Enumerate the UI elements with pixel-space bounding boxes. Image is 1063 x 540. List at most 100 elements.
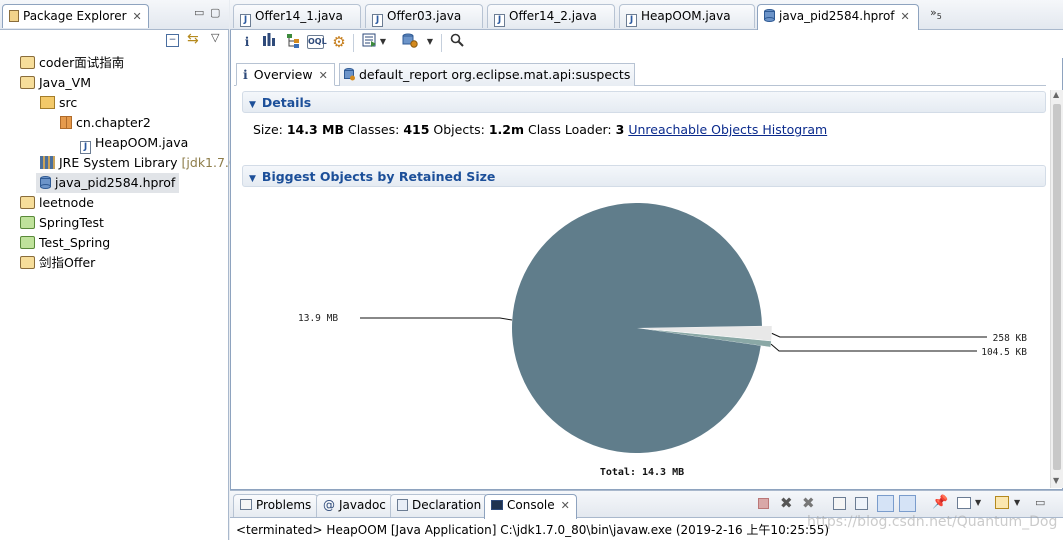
biggest-objects-section-header[interactable]: ▼ Biggest Objects by Retained Size [242, 165, 1046, 187]
show-on-output-icon[interactable] [899, 495, 916, 512]
db-gear-glyph [402, 33, 418, 48]
javadoc-icon: @ [323, 498, 335, 512]
source-folder-icon [40, 96, 55, 109]
package-explorer-tab[interactable]: Package Explorer ✕ [2, 4, 149, 28]
close-icon[interactable]: ✕ [561, 499, 570, 512]
tree-item-label: SpringTest [39, 215, 104, 230]
tree-item-coder[interactable]: coder面试指南 [20, 53, 124, 73]
tab-console[interactable]: Console ✕ [484, 494, 577, 519]
package-explorer-title: Package Explorer [23, 9, 127, 23]
classes-label: Classes: [348, 122, 400, 137]
view-menu-icon[interactable]: ▽ [211, 31, 219, 44]
close-icon[interactable]: ✕ [319, 69, 328, 82]
details-section-header[interactable]: ▼ Details [242, 91, 1046, 113]
tree-item-jianzhi-offer[interactable]: 剑指Offer [20, 253, 95, 273]
display-console-icon[interactable] [957, 497, 971, 509]
tree-item-label: Java_VM [39, 75, 91, 90]
tree-item-test-spring[interactable]: Test_Spring [20, 233, 110, 253]
size-value: 14.3 MB [286, 122, 345, 137]
dropdown-arrow-icon[interactable]: ▼ [374, 33, 392, 51]
java-file-icon: J [494, 14, 505, 27]
open-console-icon[interactable] [995, 496, 1009, 509]
remove-all-terminated-icon[interactable]: ✖ [802, 494, 815, 512]
thread-overview-icon[interactable]: ⚙ [330, 33, 348, 51]
dropdown-arrow-icon[interactable]: ▼ [975, 498, 981, 507]
tab-label: Declaration [412, 498, 482, 512]
unreachable-histogram-link[interactable]: Unreachable Objects Histogram [628, 122, 827, 137]
maximize-icon[interactable]: ▢ [210, 6, 220, 19]
dropdown-arrow-icon[interactable]: ▼ [421, 33, 439, 51]
project-icon [20, 256, 35, 269]
tree-item-hprof[interactable]: java_pid2584.hprof [36, 173, 180, 193]
tab-label: default_report org.eclipse.mat.api:suspe… [359, 67, 631, 82]
scroll-up-arrow[interactable]: ▲ [1053, 90, 1059, 99]
tree-item-src[interactable]: src [40, 93, 77, 113]
tab-overflow-button[interactable]: »5 [930, 6, 942, 21]
tree-item-heapoom[interactable]: J HeapOOM.java [80, 133, 189, 154]
slice-label-104kb: 104.5 KB [981, 347, 1027, 358]
tab-label: Offer03.java [387, 9, 462, 23]
tab-declaration[interactable]: Declaration [390, 494, 489, 517]
tree-item-label: cn.chapter2 [76, 115, 151, 130]
pin-console-icon[interactable]: 📌 [932, 495, 948, 510]
tree-item-springtest[interactable]: SpringTest [20, 213, 104, 233]
retained-size-pie-chart[interactable]: 13.9 MB 258 KB 104.5 KB Total: 14.3 MB [242, 190, 1046, 486]
terminate-icon[interactable] [758, 498, 769, 509]
report-icon [344, 68, 355, 81]
editor-tab-heapoom[interactable]: J HeapOOM.java [619, 4, 755, 28]
tab-label: java_pid2584.hprof [779, 9, 895, 23]
classes-value: 415 [403, 122, 430, 137]
remove-launch-icon[interactable]: ✖ [780, 494, 793, 512]
info-icon[interactable]: i [238, 33, 256, 51]
console-output[interactable]: <terminated> HeapOOM [Java Application] … [230, 514, 1063, 540]
tree-item-label: HeapOOM.java [95, 135, 189, 150]
collapse-all-icon[interactable]: − [166, 34, 179, 47]
dominator-tree-icon[interactable] [284, 33, 302, 51]
vertical-scrollbar[interactable]: ▲ ▼ [1050, 90, 1063, 488]
tree-item-java-vm[interactable]: Java_VM [20, 73, 91, 93]
tree-item-jre[interactable]: JRE System Library [jdk1.7.0_ [40, 153, 243, 173]
oql-icon[interactable]: OQL [307, 35, 327, 49]
editor-tab-bar: J Offer14_1.java J Offer03.java J Offer14_2… [230, 0, 1063, 30]
scroll-down-arrow[interactable]: ▼ [1053, 476, 1059, 485]
package-explorer-panel: Package Explorer ✕ ▭ ▢ − ⇆ ▽ coder面试指南 Ja… [0, 0, 243, 540]
leader-line-2 [770, 343, 977, 352]
library-icon [40, 156, 55, 169]
tab-overflow-count: 5 [936, 12, 942, 21]
query-browser-icon[interactable] [401, 33, 419, 51]
word-wrap-icon[interactable] [877, 495, 894, 512]
tab-default-report[interactable]: default_report org.eclipse.mat.api:suspe… [339, 63, 636, 86]
toolbar-separator [353, 34, 354, 52]
tree-item-label: JRE System Library [59, 155, 178, 170]
objects-value: 1.2m [488, 122, 524, 137]
search-icon[interactable] [448, 33, 466, 51]
editor-tab-hprof[interactable]: java_pid2584.hprof ✕ [757, 4, 919, 30]
clear-console-icon[interactable] [833, 497, 846, 510]
slice-label-258kb: 258 KB [993, 333, 1028, 344]
tree-item-leetnode[interactable]: leetnode [20, 193, 94, 213]
project-icon [20, 76, 35, 89]
tab-overview[interactable]: i Overview ✕ [236, 63, 335, 86]
tab-problems[interactable]: Problems [233, 494, 319, 517]
java-file-icon: J [372, 14, 383, 27]
scroll-lock-icon[interactable] [855, 497, 868, 510]
tree-item-package[interactable]: cn.chapter2 [60, 113, 151, 133]
leader-line-1 [771, 332, 987, 338]
minimize-icon[interactable]: ▭ [194, 6, 204, 19]
editor-tab-offer14-1[interactable]: J Offer14_1.java [233, 4, 361, 28]
editor-tab-offer03[interactable]: J Offer03.java [365, 4, 483, 28]
close-icon[interactable]: ✕ [133, 10, 142, 23]
dropdown-arrow-icon[interactable]: ▼ [1014, 498, 1020, 507]
class-loader-label: Class Loader: [527, 122, 612, 137]
link-with-editor-icon[interactable]: ⇆ [187, 31, 199, 47]
mat-toolbar [231, 30, 1063, 58]
scrollbar-thumb[interactable] [1053, 104, 1061, 470]
package-icon [60, 116, 72, 129]
minimize-icon[interactable]: ▭ [1035, 496, 1045, 509]
tab-javadoc[interactable]: @ Javadoc [316, 494, 393, 517]
close-icon[interactable]: ✕ [901, 10, 910, 23]
editor-tab-offer14-2[interactable]: J Offer14_2.java [487, 4, 615, 28]
histogram-icon[interactable] [260, 33, 278, 51]
watermark-text: https://blog.csdn.net/Quantum_Dog [807, 514, 1058, 530]
expand-arrow-icon: ▼ [249, 100, 256, 110]
